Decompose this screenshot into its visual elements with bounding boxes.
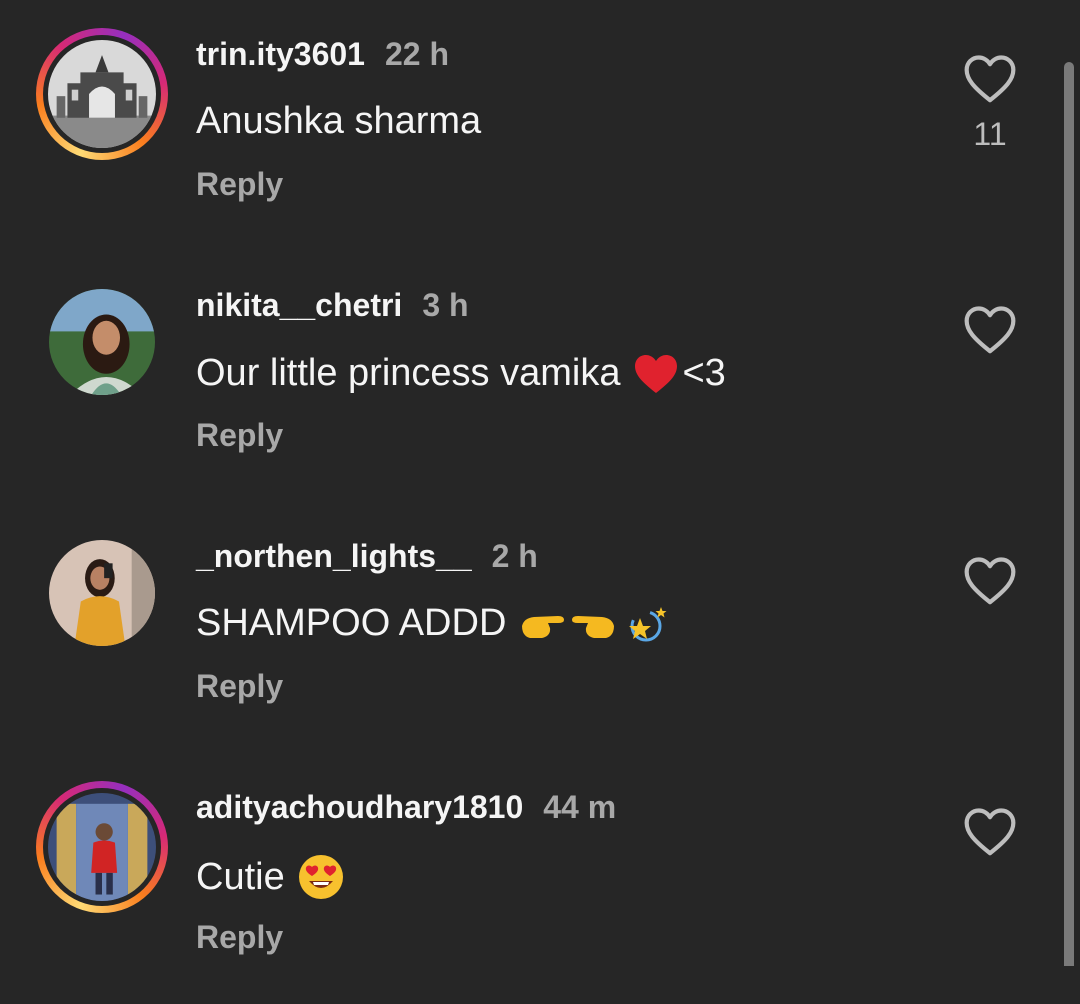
- pointing-hands-dizzy-emoji-icon: [518, 604, 670, 644]
- building-photo-icon: [48, 40, 156, 148]
- reply-button[interactable]: Reply: [196, 668, 283, 705]
- heart-like-icon[interactable]: [962, 805, 1018, 857]
- avatar-container[interactable]: [36, 279, 168, 411]
- heart-like-icon[interactable]: [962, 554, 1018, 606]
- comment-suffix: <3: [682, 351, 726, 394]
- timestamp: 22 h: [384, 36, 449, 72]
- comment-body: Our little princess vamika: [196, 351, 621, 394]
- story-ring-avatar[interactable]: [36, 28, 168, 160]
- comment-text: Our little princess vamika <3: [196, 351, 726, 395]
- scrollbar[interactable]: [1064, 62, 1074, 966]
- like-count: 11: [973, 116, 1007, 152]
- avatar[interactable]: [48, 40, 156, 148]
- reply-button[interactable]: Reply: [196, 919, 283, 956]
- avatar[interactable]: [48, 793, 156, 901]
- username[interactable]: trin.ity3601: [196, 36, 365, 72]
- comment-body: SHAMPOO ADDD: [196, 602, 507, 644]
- username[interactable]: adityachoudhary1810: [196, 789, 523, 825]
- story-ring-avatar[interactable]: [36, 781, 168, 913]
- comment-item: adityachoudhary1810 44 m Cutie Reply: [0, 753, 1060, 1004]
- heart-like-icon[interactable]: [962, 303, 1018, 355]
- heart-eyes-emoji-icon: [297, 853, 345, 901]
- red-heart-emoji-icon: [632, 351, 680, 395]
- heart-like-icon[interactable]: [962, 52, 1018, 104]
- comment-body: Cutie: [196, 855, 285, 898]
- man-red-shirt-photo-icon: [48, 793, 156, 901]
- comment-body: Anushka sharma: [196, 100, 482, 142]
- avatar[interactable]: [49, 540, 155, 646]
- timestamp: 44 m: [543, 789, 617, 825]
- timestamp: 3 h: [422, 287, 469, 323]
- reply-button[interactable]: Reply: [196, 166, 283, 203]
- comment-text: Cutie: [196, 853, 345, 901]
- comment-text: Anushka sharma: [196, 100, 481, 143]
- reply-button[interactable]: Reply: [196, 417, 283, 454]
- username[interactable]: _northen_lights__: [196, 538, 472, 574]
- comment-header: _northen_lights__ 2 h: [196, 538, 538, 575]
- username[interactable]: nikita__chetri: [196, 287, 402, 323]
- comment-item: _northen_lights__ 2 h SHAMPOO ADDD Reply: [0, 502, 1060, 753]
- comment-text: SHAMPOO ADDD: [196, 602, 670, 645]
- comment-header: adityachoudhary1810 44 m: [196, 789, 616, 826]
- timestamp: 2 h: [491, 538, 538, 574]
- comment-header: trin.ity3601 22 h: [196, 36, 449, 73]
- avatar[interactable]: [49, 289, 155, 395]
- comment-item: nikita__chetri 3 h Our little princess va…: [0, 251, 1060, 502]
- comment-item: trin.ity3601 22 h Anushka sharma Reply 11: [0, 0, 1060, 251]
- woman-selfie-photo-icon: [49, 540, 155, 646]
- avatar-container[interactable]: [36, 530, 168, 662]
- woman-photo-icon: [49, 289, 155, 395]
- comment-header: nikita__chetri 3 h: [196, 287, 469, 324]
